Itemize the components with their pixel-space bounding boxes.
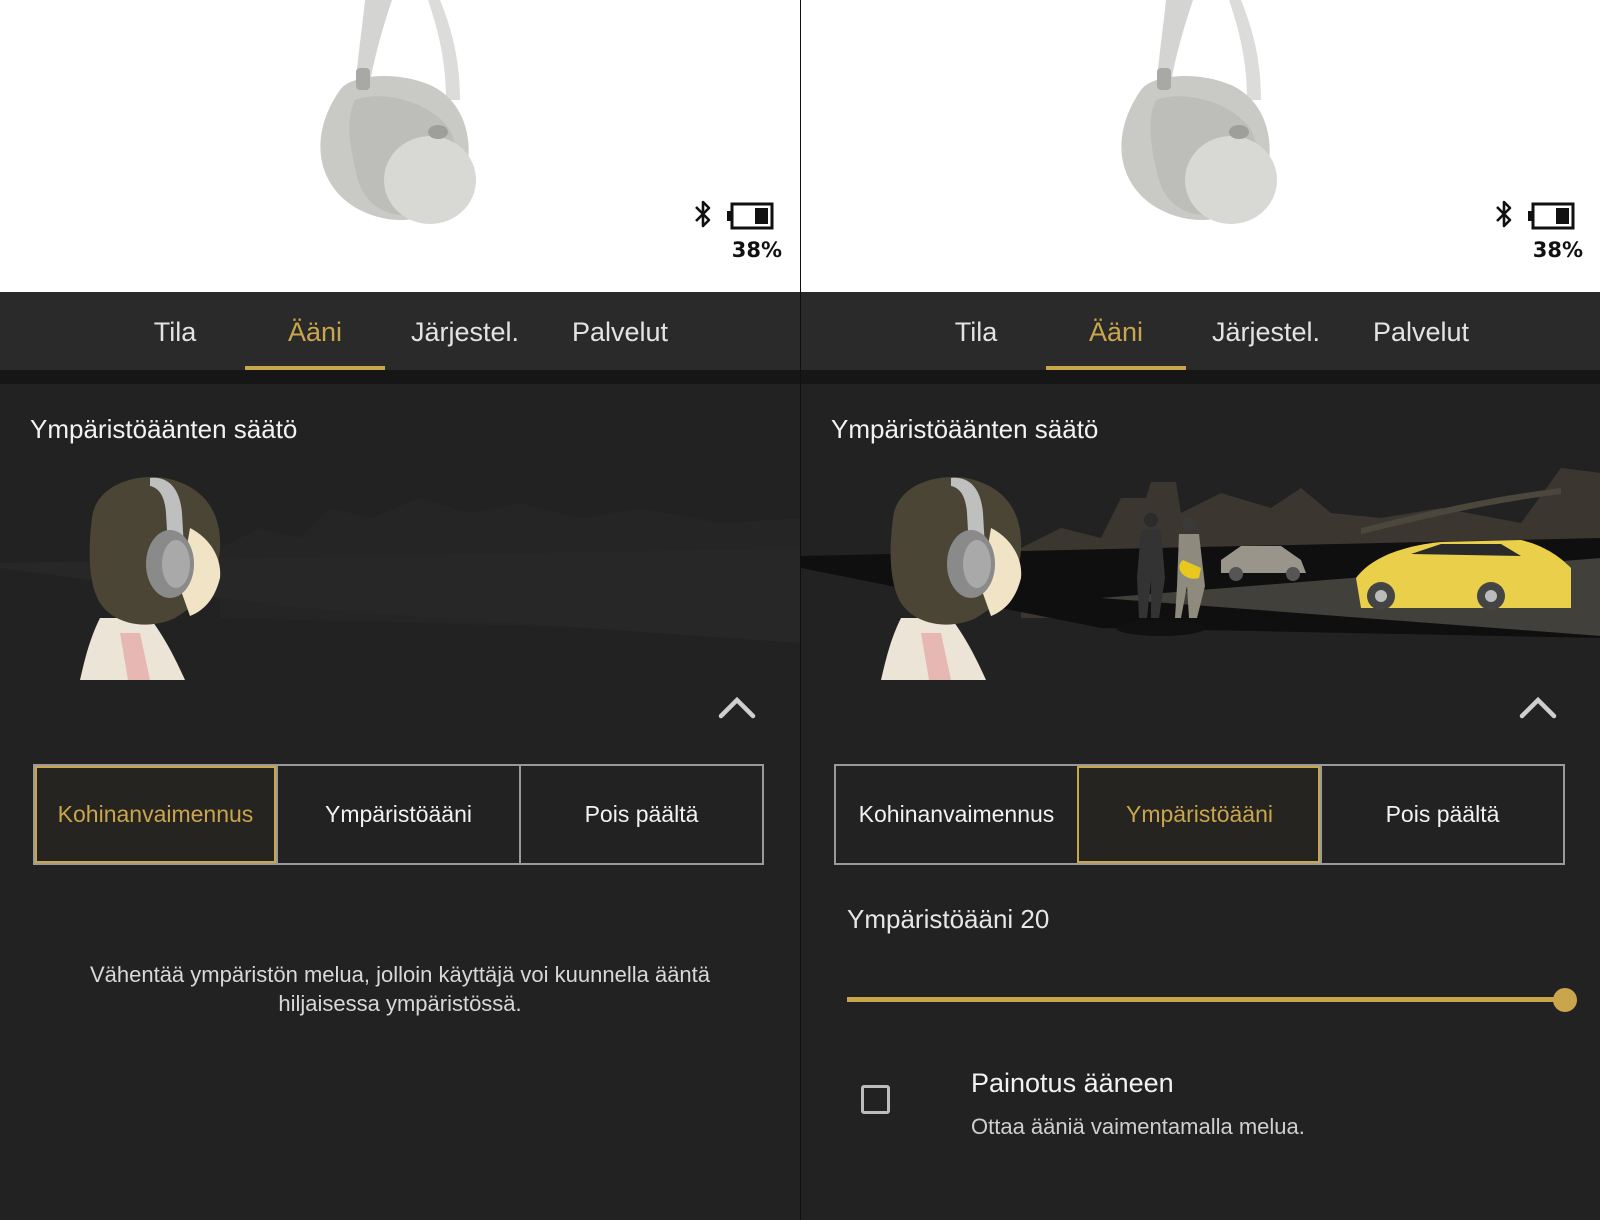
device-header: 38% — [0, 0, 800, 292]
mode-description: Vähentää ympäristön melua, jolloin käytt… — [50, 960, 750, 1018]
tab-palvelut[interactable]: Palvelut — [545, 292, 695, 370]
bluetooth-icon — [1496, 200, 1512, 228]
anc-mode-selector: Kohinanvaimennus Ympäristöääni Pois pääl… — [33, 764, 764, 865]
tab-tila[interactable]: Tila — [911, 292, 1041, 370]
divider — [801, 370, 1600, 384]
voice-focus-title: Painotus ääneen — [971, 1068, 1174, 1098]
chevron-up-icon[interactable] — [715, 690, 759, 724]
mode-description-line: Vähentää ympäristön melua, jolloin käytt… — [89, 962, 711, 987]
tab-jarjestelma[interactable]: Järjestel. — [1191, 292, 1341, 370]
mode-noise-cancelling-button[interactable]: Kohinanvaimennus — [35, 766, 276, 863]
mode-description-line: hiljaisessa ympäristössä. — [278, 991, 522, 1016]
slider-thumb[interactable] — [1553, 988, 1577, 1012]
headphones-image — [1121, 0, 1277, 224]
voice-focus-description: Ottaa ääniä vaimentamalla melua. — [971, 1114, 1305, 1139]
mode-off-button[interactable]: Pois päältä — [1320, 766, 1563, 863]
voice-focus-checkbox[interactable] — [861, 1085, 890, 1114]
left-screen: 38% Tila Ääni Järjestel. Palvelut Ympäri… — [0, 0, 800, 1220]
tab-bar: Tila Ääni Järjestel. Palvelut — [801, 292, 1600, 370]
section-title: Ympäristöäänten säätö — [831, 414, 1099, 444]
chevron-up-icon[interactable] — [1516, 690, 1560, 724]
slider-fill — [847, 997, 1565, 1002]
ambient-level-label: Ympäristöääni 20 — [847, 904, 1050, 934]
mode-ambient-sound-button[interactable]: Ympäristöääni — [1077, 766, 1320, 863]
tab-aani[interactable]: Ääni — [1046, 292, 1186, 370]
bluetooth-icon — [695, 200, 711, 228]
connection-status: 38% — [1493, 198, 1600, 268]
mode-noise-cancelling-button[interactable]: Kohinanvaimennus — [836, 766, 1077, 863]
tab-jarjestelma[interactable]: Järjestel. — [390, 292, 540, 370]
mode-off-button[interactable]: Pois päältä — [519, 766, 762, 863]
battery-icon — [1528, 202, 1575, 230]
anc-mode-selector: Kohinanvaimennus Ympäristöääni Pois pääl… — [834, 764, 1565, 865]
mode-ambient-sound-button[interactable]: Ympäristöääni — [276, 766, 519, 863]
tab-palvelut[interactable]: Palvelut — [1346, 292, 1496, 370]
right-screen: 38% Tila Ääni Järjestel. Palvelut Ympäri… — [801, 0, 1600, 1220]
ambient-sound-illustration — [801, 468, 1600, 680]
tab-bar: Tila Ääni Järjestel. Palvelut — [0, 292, 800, 370]
section-title: Ympäristöäänten säätö — [30, 414, 298, 444]
battery-percentage: 38% — [731, 238, 782, 262]
noise-cancelling-illustration — [0, 477, 800, 680]
device-header: 38% — [801, 0, 1600, 292]
battery-icon — [727, 202, 774, 230]
connection-status: 38% — [692, 198, 800, 268]
battery-percentage: 38% — [1532, 238, 1583, 262]
ambient-level-slider[interactable] — [847, 980, 1577, 1020]
headphones-image — [320, 0, 476, 224]
tab-aani[interactable]: Ääni — [245, 292, 385, 370]
tab-tila[interactable]: Tila — [110, 292, 240, 370]
divider — [0, 370, 800, 384]
